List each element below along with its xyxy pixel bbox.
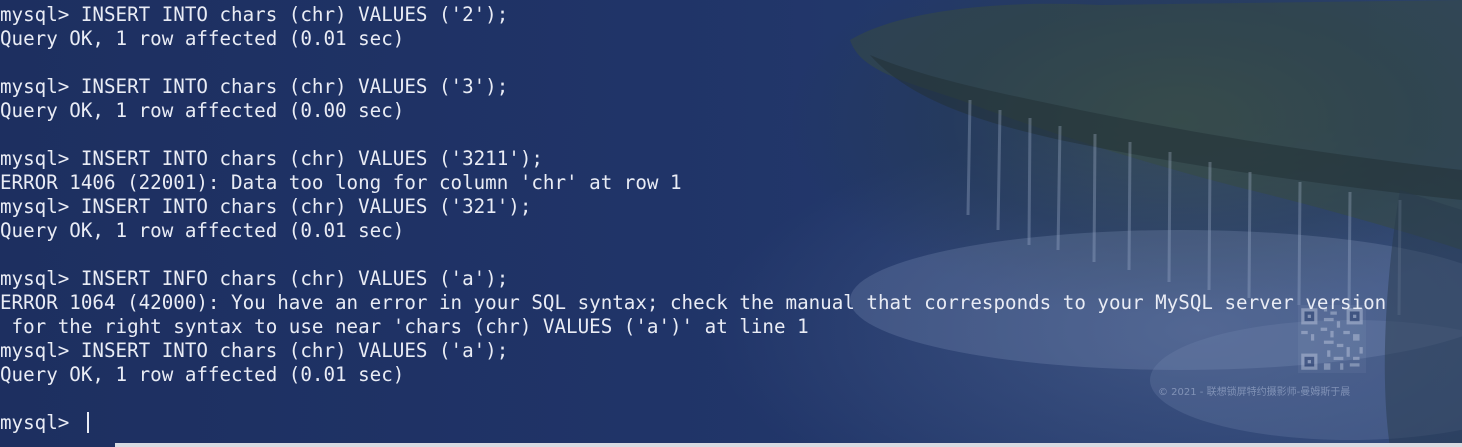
- terminal-line: mysql> INSERT INTO chars (chr) VALUES ('…: [0, 195, 532, 218]
- text-cursor: [86, 412, 89, 433]
- terminal-line: Query OK, 1 row affected (0.01 sec): [0, 219, 405, 242]
- terminal-line: mysql> INSERT INTO chars (chr) VALUES ('…: [0, 339, 509, 362]
- terminal-line: mysql> INSERT INTO chars (chr) VALUES ('…: [0, 3, 509, 26]
- terminal-output[interactable]: mysql> INSERT INTO chars (chr) VALUES ('…: [0, 3, 1386, 435]
- command-prompt: mysql>: [0, 411, 81, 434]
- terminal-line: mysql> INSERT INTO chars (chr) VALUES ('…: [0, 147, 543, 170]
- terminal-line: ERROR 1064 (42000): You have an error in…: [0, 291, 1387, 314]
- terminal-line: ERROR 1406 (22001): Data too long for co…: [0, 171, 682, 194]
- terminal-line: mysql> INSERT INFO chars (chr) VALUES ('…: [0, 267, 509, 290]
- wallpaper-credit: © 2021 - 联想锁屏特约摄影师-曼姆斯于晨: [1158, 387, 1351, 398]
- terminal-line: Query OK, 1 row affected (0.01 sec): [0, 27, 405, 50]
- terminal-line: Query OK, 1 row affected (0.00 sec): [0, 99, 405, 122]
- horizontal-scrollbar[interactable]: [115, 443, 1462, 447]
- terminal-window[interactable]: mysql> INSERT INTO chars (chr) VALUES ('…: [0, 0, 1462, 447]
- terminal-line: for the right syntax to use near 'chars …: [0, 315, 809, 338]
- terminal-line: mysql> INSERT INTO chars (chr) VALUES ('…: [0, 75, 509, 98]
- command-prompt-line[interactable]: mysql>: [0, 411, 1386, 435]
- qr-code-icon: [1298, 305, 1366, 373]
